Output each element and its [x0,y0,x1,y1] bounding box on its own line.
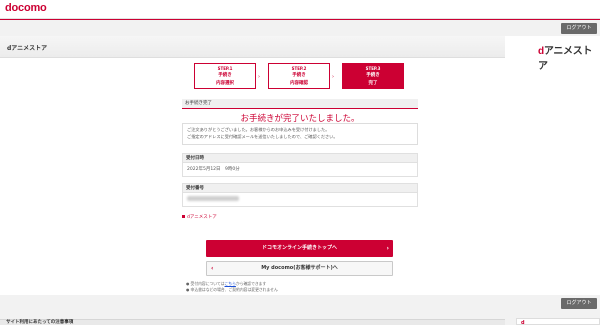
service-header [0,36,505,58]
mydocomo-button[interactable]: ‹ My docomo(お客様サポート)へ [206,261,393,276]
date-value: 2022年5月12日 9時0分 [182,163,418,177]
step-2: STEP.2 手続き 内容確認 [268,63,330,89]
docomo-logo[interactable]: docomo [5,2,47,14]
date-label: 受付日時 [182,153,418,163]
chevron-left-icon: ‹ [211,265,214,272]
brand-mark-icon: d [521,320,525,325]
step-1: STEP.1 手続き 内容選択 [194,63,256,89]
footer-widget: d [516,318,600,325]
logout-button[interactable]: ログアウト [561,23,597,34]
online-top-button[interactable]: ドコモオンライン手続きトップへ › [206,240,393,257]
logout-button-bottom[interactable]: ログアウト [561,298,597,309]
danime-link[interactable]: dアニメストア [182,214,217,220]
number-label: 受付番号 [182,183,418,193]
top-bar: docomo [0,0,600,19]
completion-message: ご注文ありがとうございました。お客様からのお申込みを受け付けました。 ご指定のア… [182,123,418,145]
danime-logo[interactable]: dアニメストア [538,42,600,72]
number-value [182,193,418,207]
brand-divider [0,19,600,20]
footer-notice[interactable]: サイト利用にあたっての注意事項 [0,319,505,325]
note-2: ● 申込書はなどの場合、ご契約内容は変更されません [186,287,278,292]
step-arrow-icon: › [332,74,334,80]
redacted-number [187,196,239,201]
message-line-2: ご指定のアドレスに受付確認メールを送信いたしましたので、ご確認ください。 [187,133,338,139]
note-link[interactable]: こちら [225,281,236,286]
step-arrow-icon: › [258,74,260,80]
step-3-current: STEP.3 手続き 完了 [342,63,404,89]
service-title: dアニメストア [7,45,48,52]
square-bullet-icon [182,215,185,218]
chevron-right-icon: › [386,245,389,252]
section-heading: お手続き完了 [182,99,418,109]
